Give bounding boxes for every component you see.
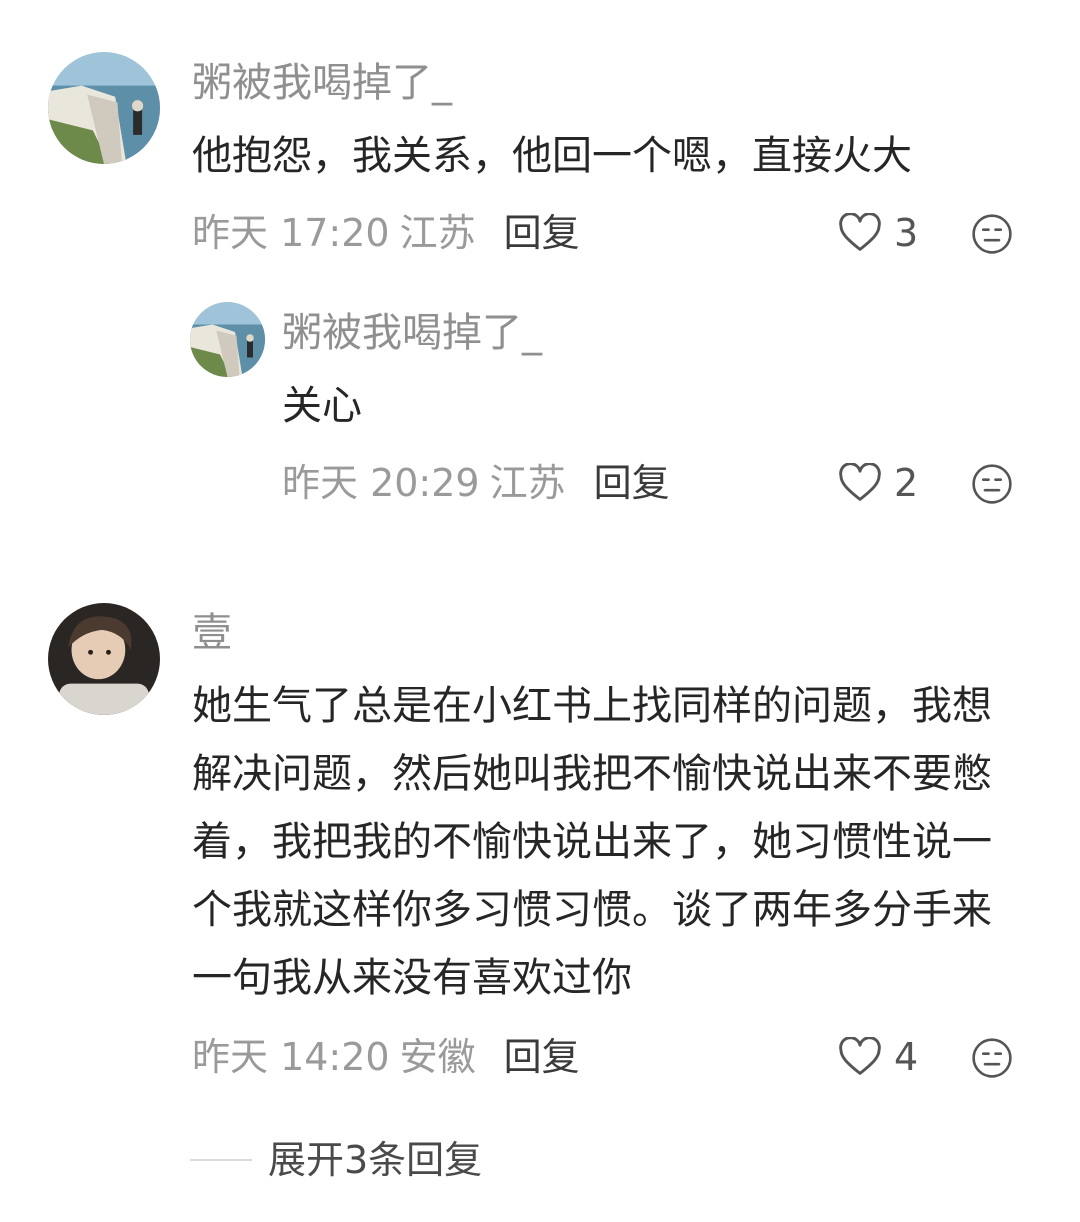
username[interactable]: 粥被我喝掉了_	[192, 56, 452, 110]
like-count: 4	[894, 1035, 919, 1079]
divider	[190, 1159, 252, 1161]
reply-button[interactable]: 回复	[594, 461, 670, 505]
comment-text: 她生气了总是在小红书上找同样的问题，我想解决问题，然后她叫我把不愉快说出来不要憋…	[192, 683, 992, 1001]
like-button[interactable]: 4	[838, 1032, 918, 1082]
comment-meta: 昨天 20:29 江苏 回复	[282, 458, 670, 508]
reply-button[interactable]: 回复	[504, 1035, 580, 1079]
timestamp: 昨天 20:29	[282, 461, 480, 505]
expand-replies-button[interactable]: 展开3条回复	[190, 1135, 482, 1185]
like-count: 2	[894, 461, 919, 505]
like-count: 3	[894, 211, 919, 255]
username[interactable]: 粥被我喝掉了_	[282, 306, 542, 360]
cliff-avatar-image	[190, 302, 265, 377]
dislike-face-icon[interactable]	[971, 463, 1013, 505]
comment-meta: 昨天 14:20 安徽 回复	[192, 1032, 580, 1082]
avatar[interactable]	[48, 52, 160, 164]
cliff-avatar-image	[48, 52, 160, 164]
timestamp: 昨天 14:20	[192, 1035, 390, 1079]
avatar[interactable]	[48, 603, 160, 715]
heart-icon	[839, 213, 881, 251]
heart-icon	[839, 463, 881, 501]
location: 江苏	[489, 461, 566, 505]
username[interactable]: 壹	[192, 606, 232, 660]
person-avatar-image	[48, 603, 160, 715]
timestamp: 昨天 17:20	[192, 211, 390, 255]
comment-meta: 昨天 17:20 江苏 回复	[192, 208, 580, 258]
comment-text: 他抱怨，我关系，他回一个嗯，直接火大	[192, 133, 912, 179]
dislike-face-icon[interactable]	[971, 1037, 1013, 1079]
expand-replies-label: 展开3条回复	[268, 1138, 483, 1182]
location: 江苏	[399, 211, 476, 255]
like-button[interactable]: 2	[838, 458, 918, 508]
dislike-face-icon[interactable]	[971, 213, 1013, 255]
comment-text: 关心	[282, 383, 362, 429]
reply-button[interactable]: 回复	[504, 211, 580, 255]
avatar[interactable]	[190, 302, 265, 377]
location: 安徽	[399, 1035, 476, 1079]
heart-icon	[839, 1037, 881, 1075]
like-button[interactable]: 3	[838, 208, 918, 258]
